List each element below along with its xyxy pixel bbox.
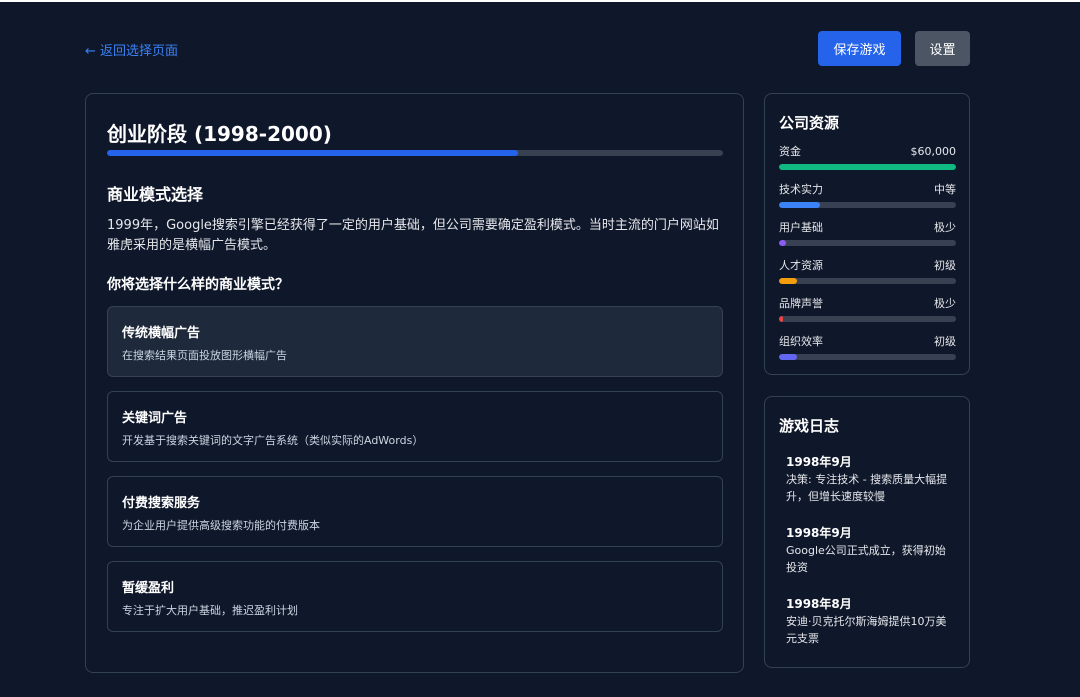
resource-bar-fill [779, 202, 820, 208]
resource-label: 品牌声誉 [779, 297, 823, 310]
resource-org: 组织效率 初级 [779, 335, 956, 373]
save-game-button[interactable]: 保存游戏 [818, 31, 901, 66]
resource-label: 技术实力 [779, 183, 823, 196]
option-description: 为企业用户提供高级搜索功能的付费版本 [122, 519, 320, 532]
resource-value: 中等 [934, 183, 956, 196]
resource-bar [779, 278, 956, 284]
option-list: 传统横幅广告 在搜索结果页面投放图形横幅广告 关键词广告 开发基于搜索关键词的文… [107, 306, 723, 632]
option-banner-ads[interactable]: 传统横幅广告 在搜索结果页面投放图形横幅广告 [107, 306, 723, 377]
back-to-selection-link[interactable]: ← 返回选择页面 [85, 40, 178, 59]
stage-progress-bar [107, 150, 723, 156]
resource-brand: 品牌声誉 极少 [779, 297, 956, 335]
section-title: 商业模式选择 [107, 185, 204, 204]
log-entry: 1998年9月 Google公司正式成立，获得初始投资 [786, 525, 956, 576]
log-date: 1998年8月 [786, 597, 852, 611]
resource-list: 资金 $60,000 技术实力 中等 用户基础 极少 人才资源 初级 品牌声誉 … [779, 145, 956, 373]
resource-label: 人才资源 [779, 259, 823, 272]
resource-bar-fill [779, 240, 787, 246]
option-delay-monetization[interactable]: 暂缓盈利 专注于扩大用户基础，推迟盈利计划 [107, 561, 723, 632]
resources-title: 公司资源 [779, 114, 840, 132]
option-title: 付费搜索服务 [122, 496, 201, 511]
resource-bar [779, 354, 956, 360]
log-text: 决策: 专注技术 - 搜索质量大幅提升，但增长速度较慢 [786, 473, 948, 503]
option-title: 关键词广告 [122, 411, 188, 426]
settings-button[interactable]: 设置 [915, 31, 970, 66]
resource-tech: 技术实力 中等 [779, 183, 956, 221]
scenario-description: 1999年，Google搜索引擎已经获得了一定的用户基础，但公司需要确定盈利模式… [107, 218, 719, 253]
option-description: 开发基于搜索关键词的文字广告系统（类似实际的AdWords） [122, 434, 424, 447]
resource-talent: 人才资源 初级 [779, 259, 956, 297]
log-title: 游戏日志 [779, 417, 840, 435]
option-paid-search[interactable]: 付费搜索服务 为企业用户提供高级搜索功能的付费版本 [107, 476, 723, 547]
game-log-panel: 游戏日志 1998年9月 决策: 专注技术 - 搜索质量大幅提升，但增长速度较慢… [764, 396, 970, 668]
resource-value: 极少 [934, 221, 956, 234]
resource-value: 极少 [934, 297, 956, 310]
log-date: 1998年9月 [786, 526, 852, 540]
option-description: 专注于扩大用户基础，推迟盈利计划 [122, 604, 298, 617]
resource-value: 初级 [934, 259, 956, 272]
stage-progress-fill [107, 150, 518, 156]
log-entry: 1998年8月 安迪·贝克托尔斯海姆提供10万美元支票 [786, 596, 956, 647]
scenario-panel: 创业阶段 (1998-2000) 商业模式选择 1999年，Google搜索引擎… [85, 93, 744, 673]
option-title: 暂缓盈利 [122, 581, 175, 596]
log-list: 1998年9月 决策: 专注技术 - 搜索质量大幅提升，但增长速度较慢 1998… [786, 454, 956, 667]
log-text: Google公司正式成立，获得初始投资 [786, 544, 946, 574]
resource-label: 用户基础 [779, 221, 823, 234]
resource-bar-fill [779, 278, 797, 284]
resource-bar [779, 164, 956, 170]
resource-bar-fill [779, 316, 783, 322]
resource-value: $60,000 [910, 145, 957, 158]
resource-label: 资金 [779, 145, 801, 158]
resource-bar-fill [779, 354, 797, 360]
log-entry: 1998年9月 决策: 专注技术 - 搜索质量大幅提升，但增长速度较慢 [786, 454, 956, 505]
resource-funds: 资金 $60,000 [779, 145, 956, 183]
stage-title: 创业阶段 (1998-2000) [107, 122, 332, 146]
log-date: 1998年9月 [786, 455, 852, 469]
question-prompt: 你将选择什么样的商业模式？ [107, 277, 289, 293]
resource-bar [779, 202, 956, 208]
resource-bar [779, 240, 956, 246]
option-keyword-ads[interactable]: 关键词广告 开发基于搜索关键词的文字广告系统（类似实际的AdWords） [107, 391, 723, 462]
option-description: 在搜索结果页面投放图形横幅广告 [122, 349, 287, 362]
log-text: 安迪·贝克托尔斯海姆提供10万美元支票 [786, 615, 947, 645]
resource-bar [779, 316, 956, 322]
resource-bar-fill [779, 164, 956, 170]
resources-panel: 公司资源 资金 $60,000 技术实力 中等 用户基础 极少 人才资源 初级 … [764, 93, 970, 375]
resource-label: 组织效率 [779, 335, 823, 348]
resource-users: 用户基础 极少 [779, 221, 956, 259]
resource-value: 初级 [934, 335, 956, 348]
option-title: 传统横幅广告 [122, 326, 201, 341]
